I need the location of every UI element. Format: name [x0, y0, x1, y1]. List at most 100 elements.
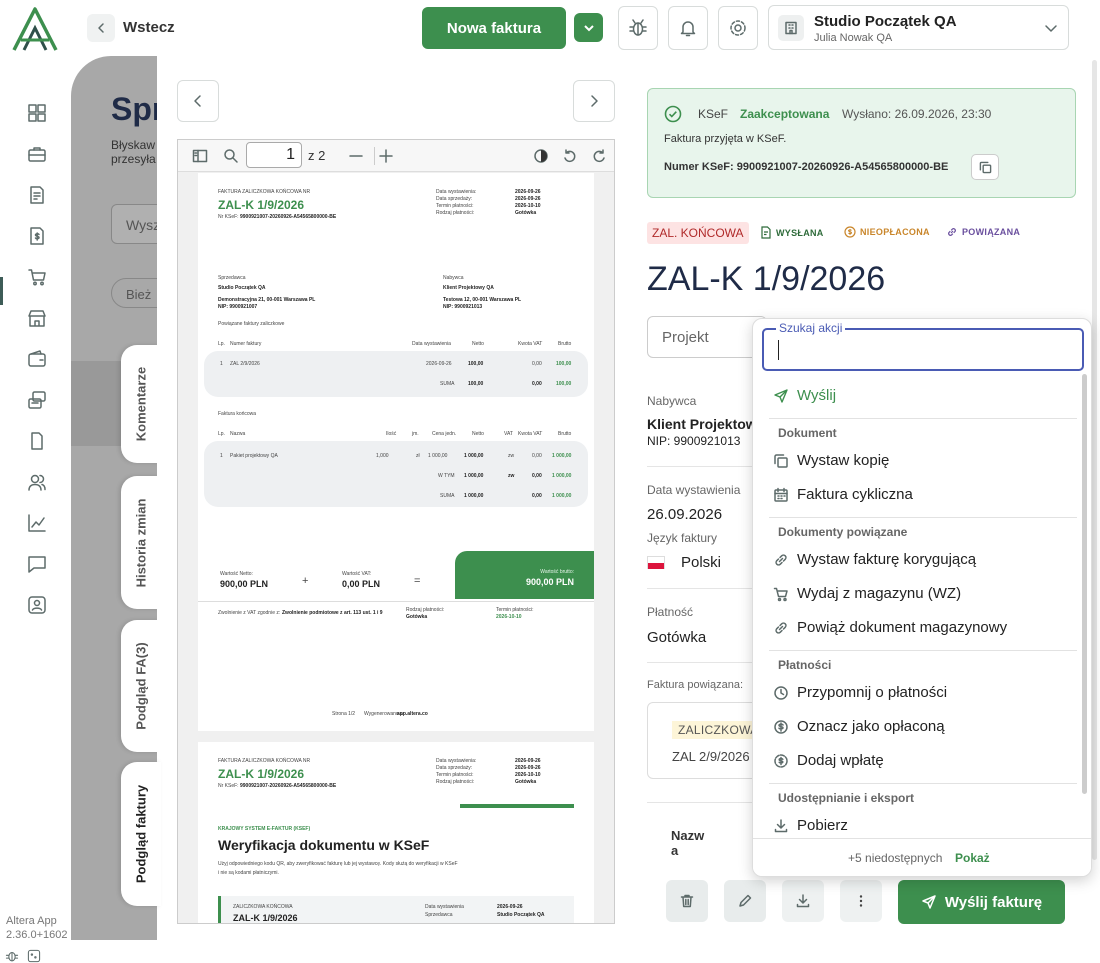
add-payment-icon [774, 753, 788, 768]
rotate-left-icon[interactable] [562, 148, 578, 164]
sidebar-item-cart[interactable] [24, 264, 50, 290]
tab-invoice-preview[interactable]: Podgląd faktury [121, 762, 161, 906]
send-icon [774, 388, 788, 403]
menu-section-document: Dokument [778, 426, 837, 440]
sidebar-item-sales[interactable] [24, 223, 50, 249]
menu-item-mark-paid[interactable]: Oznacz jako opłaconą [773, 718, 945, 735]
rotate-right-icon[interactable] [591, 148, 607, 164]
panel-scrollbar[interactable] [1092, 60, 1097, 860]
wallet-icon [28, 350, 46, 367]
search-icon[interactable] [223, 148, 239, 164]
sidebar-item-wallet[interactable] [24, 346, 50, 372]
sidebar-item-store[interactable] [24, 305, 50, 331]
send-icon [922, 895, 936, 909]
buyer-nip: NIP: 9900921013 [647, 434, 741, 448]
final-items-table: 1 Pakiet projektowy QA 1,000 zł 1 000,00… [204, 441, 588, 507]
tab-comments[interactable]: Komentarze [121, 345, 161, 463]
previous-invoice-button[interactable] [177, 80, 219, 122]
buyer-label: Nabywca [647, 394, 697, 408]
zoom-out-icon[interactable] [348, 148, 364, 164]
bug-icon [629, 19, 647, 36]
payment-value: Gotówka [647, 629, 707, 646]
trash-icon [680, 894, 694, 908]
sidebar-item-projects[interactable] [24, 141, 50, 167]
copy-ksef-number-button[interactable] [971, 154, 999, 180]
store-icon [28, 310, 46, 327]
bug-report-button[interactable] [618, 6, 658, 50]
next-invoice-button[interactable] [573, 80, 615, 122]
top-bar: Wstecz Nowa faktura Studio Początek QA J… [0, 0, 1100, 56]
coin-icon [774, 719, 788, 734]
sidebar-toggle-icon[interactable] [192, 148, 208, 164]
edit-button[interactable] [724, 880, 766, 922]
sidebar-item-dashboard[interactable] [24, 100, 50, 126]
building-icon [778, 15, 804, 41]
bug-icon[interactable] [5, 949, 19, 963]
contrast-icon[interactable] [533, 148, 549, 164]
payment-status-badge: NIEOPŁACONA [844, 226, 930, 238]
actions-menu: Szukaj akcji Wyślij Dokument Wystaw kopi… [752, 318, 1092, 877]
delete-button[interactable] [666, 880, 708, 922]
menu-scrollbar[interactable] [1082, 374, 1087, 794]
sidebar-item-documents[interactable] [24, 428, 50, 454]
menu-item-recurring[interactable]: Faktura cykliczna [773, 486, 913, 503]
menu-item-payment-reminder[interactable]: Przypomnij o płatności [773, 684, 947, 701]
sidebar-item-messages[interactable] [24, 551, 50, 577]
sent-status-badge: WYSŁANA [760, 226, 824, 239]
menu-item-warehouse-release[interactable]: Wydaj z magazynu (WZ) [773, 585, 961, 602]
back-button[interactable] [87, 14, 115, 42]
download-icon [774, 818, 788, 832]
company-selector[interactable]: Studio Początek QA Julia Nowak QA [768, 5, 1069, 50]
more-actions-button[interactable] [840, 880, 882, 922]
send-invoice-button[interactable]: Wyślij fakturę [898, 880, 1065, 924]
show-unavailable-link[interactable]: Pokaż [955, 851, 990, 865]
back-label[interactable]: Wstecz [123, 19, 175, 36]
settings-button[interactable] [718, 6, 758, 50]
chevron-down-icon [1044, 21, 1058, 35]
menu-item-correction[interactable]: Wystaw fakturę korygującą [773, 551, 976, 568]
page-number-input[interactable]: 1 [246, 142, 302, 168]
ksef-label: KSeF [698, 107, 729, 121]
company-user: Julia Nowak QA [814, 32, 893, 44]
pdf-page-2: FAKTURA ZALICZKOWA KOŃCOWA NR ZAL-K 1/9/… [198, 742, 594, 923]
document-sent-icon [761, 226, 771, 239]
briefcase-icon [28, 147, 46, 162]
sidebar-item-contact[interactable] [24, 592, 50, 618]
link-icon [775, 553, 787, 566]
document-icon [31, 432, 43, 450]
transfer-icon [28, 391, 46, 409]
issue-date: 26.09.2026 [647, 506, 723, 523]
sidebar-item-invoices[interactable] [24, 182, 50, 208]
action-search-field[interactable]: Szukaj akcji [762, 321, 1084, 371]
tab-history[interactable]: Historia zmian [121, 476, 161, 609]
ksef-status-panel: KSeF Zaakceptowana Wysłano: 26.09.2026, … [647, 88, 1076, 198]
new-invoice-dropdown-button[interactable] [574, 13, 603, 42]
sidebar-item-contractors[interactable] [24, 469, 50, 495]
buyer-name[interactable]: Klient Projektowy [647, 416, 764, 432]
new-invoice-button[interactable]: Nowa faktura [422, 7, 566, 49]
notifications-button[interactable] [668, 6, 708, 50]
cookie-icon[interactable] [27, 949, 41, 963]
app-logo[interactable] [10, 6, 60, 52]
related-invoice-number: ZAL 2/9/2026 [672, 749, 750, 764]
text-caret [778, 340, 779, 360]
ksef-number: Numer KSeF: 9900921007-20260926-A5456580… [664, 161, 949, 173]
chevron-left-icon [98, 23, 104, 33]
menu-item-download[interactable]: Pobierz [773, 817, 848, 834]
gear-icon [730, 20, 746, 36]
related-invoice-card[interactable]: ZALICZKOWA ZAL 2/9/2026 [647, 702, 767, 779]
project-select[interactable]: Projekt [647, 316, 767, 358]
dashboard-icon [28, 104, 46, 122]
menu-item-copy[interactable]: Wystaw kopię [773, 452, 889, 469]
sidebar-item-transfers[interactable] [24, 387, 50, 413]
sidebar-item-reports[interactable] [24, 510, 50, 536]
tab-fa3-preview[interactable]: Podgląd FA(3) [121, 620, 161, 752]
menu-item-link-warehouse-doc[interactable]: Powiąż dokument magazynowy [773, 619, 1007, 636]
related-invoice-badge: ZALICZKOWA [672, 721, 765, 739]
download-button[interactable] [782, 880, 824, 922]
zoom-in-icon[interactable] [378, 148, 394, 164]
bell-icon [680, 21, 696, 37]
menu-item-add-payment[interactable]: Dodaj wpłatę [773, 752, 884, 769]
pdf-viewer[interactable]: 1 z 2 FAKTURA ZALICZKOWA KOŃCOWA NR ZAL-… [177, 139, 615, 924]
menu-item-send[interactable]: Wyślij [773, 387, 836, 404]
